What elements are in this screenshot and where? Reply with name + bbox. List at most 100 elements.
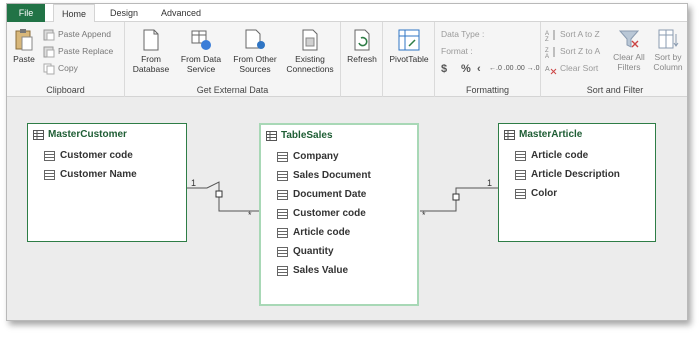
refresh-group: Refresh <box>341 22 383 97</box>
from-other-sources-button[interactable]: From Other Sources <box>229 28 281 74</box>
copy-label: Copy <box>58 63 78 73</box>
field-name: Document Date <box>293 189 367 200</box>
paste-replace-button[interactable]: Paste Replace <box>43 44 113 58</box>
field-row[interactable]: Customer code <box>261 204 417 223</box>
ribbon: Paste Paste Append Paste Replace Copy Cl… <box>7 22 687 97</box>
from-database-label-1: From <box>141 54 161 64</box>
comma-button[interactable]: ‹ <box>477 62 481 76</box>
clear-sort-label: Clear Sort <box>560 63 599 73</box>
pivottable-button[interactable]: PivotTable <box>385 28 433 64</box>
field-row[interactable]: Article code <box>499 146 655 165</box>
svg-text:Z: Z <box>545 37 549 41</box>
table-title-text: MasterArticle <box>519 129 583 140</box>
copy-icon <box>43 63 55 75</box>
refresh-icon <box>354 29 370 51</box>
column-icon <box>515 151 526 161</box>
existing-connections-button[interactable]: Existing Connections <box>281 28 339 74</box>
paste-button[interactable]: Paste <box>9 28 39 64</box>
field-name: Customer Name <box>60 169 137 180</box>
from-other-label-2: Sources <box>239 64 271 74</box>
field-row[interactable]: Customer code <box>28 146 186 165</box>
field-row[interactable]: Sales Value <box>261 261 417 280</box>
table-mastercustomer[interactable]: MasterCustomer Customer code Customer Na… <box>27 123 187 242</box>
sort-filter-group: A Z Sort A to Z Z A Sort Z to A A Clear Sort … <box>541 22 687 97</box>
tab-advanced[interactable]: Advanced <box>154 4 208 22</box>
from-data-service-label-2: Service <box>186 64 216 74</box>
sort-by-label-1: Sort by <box>654 52 682 62</box>
pivottable-label: PivotTable <box>389 54 429 64</box>
table-tablesales[interactable]: TableSales Company Sales Document Docume… <box>259 123 419 306</box>
copy-button[interactable]: Copy <box>43 61 78 75</box>
tab-home[interactable]: Home <box>53 4 95 23</box>
paste-label: Paste <box>13 54 35 64</box>
sort-filter-group-label: Sort and Filter <box>586 85 644 95</box>
field-row[interactable]: Document Date <box>261 185 417 204</box>
field-row[interactable]: Quantity <box>261 242 417 261</box>
database-icon <box>143 29 159 51</box>
sort-by-label-2: Column <box>653 62 683 72</box>
table-icon <box>33 130 44 140</box>
tab-file[interactable]: File <box>7 4 45 22</box>
clear-sort-icon: A <box>545 66 557 75</box>
paste-append-button[interactable]: Paste Append <box>43 27 111 41</box>
clear-filters-label-2: Filters <box>617 62 641 72</box>
sort-by-column-button[interactable]: Sort by Column <box>649 28 687 72</box>
refresh-button[interactable]: Refresh <box>343 28 381 64</box>
field-name: Article code <box>531 150 589 161</box>
column-icon <box>277 228 288 238</box>
column-icon <box>44 170 55 180</box>
decrease-decimal-button[interactable]: .00 →.0 <box>515 62 540 76</box>
field-row[interactable]: Article code <box>261 223 417 242</box>
from-data-service-button[interactable]: From Data Service <box>177 28 225 74</box>
paste-append-icon <box>43 29 55 41</box>
column-icon <box>515 170 526 180</box>
percent-button[interactable]: % <box>461 62 471 76</box>
field-row[interactable]: Customer Name <box>28 165 186 184</box>
relationship-line-customer[interactable] <box>187 181 259 212</box>
table-title: MasterArticle <box>499 124 655 146</box>
clear-sort-button[interactable]: A Clear Sort <box>545 61 598 75</box>
table-masterarticle[interactable]: MasterArticle Article code Article Descr… <box>498 123 656 242</box>
sort-za-button[interactable]: Z A Sort Z to A <box>545 44 600 58</box>
existing-label-1: Existing <box>295 54 325 64</box>
relationship-marker-right[interactable] <box>452 193 460 201</box>
clear-filters-label-1: Clear All <box>613 52 645 62</box>
tab-design[interactable]: Design <box>102 4 146 22</box>
field-name: Article code <box>293 227 351 238</box>
existing-label-2: Connections <box>286 64 334 74</box>
from-database-button[interactable]: From Database <box>129 28 173 74</box>
increase-decimal-button[interactable]: ←.0 .00 <box>489 62 514 76</box>
format-label: Format : <box>441 46 473 56</box>
column-icon <box>277 152 288 162</box>
field-row[interactable]: Color <box>499 184 655 203</box>
sort-az-button[interactable]: A Z Sort A to Z <box>545 27 600 41</box>
column-icon <box>277 247 288 257</box>
paste-replace-icon <box>43 46 55 58</box>
svg-text:A: A <box>545 66 550 73</box>
relationship-marker-left[interactable] <box>215 190 223 198</box>
column-icon <box>44 151 55 161</box>
column-icon <box>277 171 288 181</box>
clear-all-filters-button[interactable]: Clear All Filters <box>611 28 647 72</box>
data-type-label: Data Type : <box>441 29 485 39</box>
field-row[interactable]: Article Description <box>499 165 655 184</box>
formatting-group: Data Type : Format : $ % ‹ ←.0 .00 .00 →… <box>435 22 541 97</box>
refresh-label: Refresh <box>347 54 377 64</box>
field-name: Color <box>531 188 558 199</box>
currency-button[interactable]: $ <box>441 62 447 76</box>
field-name: Customer code <box>293 208 366 219</box>
sort-az-icon: AZ <box>545 29 555 41</box>
rel-right-one: 1 <box>487 178 493 188</box>
field-row[interactable]: Company <box>261 147 417 166</box>
field-row[interactable]: Sales Document <box>261 166 417 185</box>
formatting-group-label: Formatting <box>465 85 509 95</box>
table-title-text: MasterCustomer <box>48 129 127 140</box>
diagram-canvas: 1 * 1 * MasterCustomer Customer code Cus… <box>7 98 687 320</box>
column-icon <box>515 189 526 199</box>
external-data-group-label: Get External Data <box>196 85 269 95</box>
powerpivot-window: File Home Design Advanced Paste Paste Ap… <box>6 3 688 321</box>
data-service-icon <box>191 30 211 50</box>
clipboard-group: Paste Paste Append Paste Replace Copy Cl… <box>7 22 125 97</box>
table-title: TableSales <box>261 125 417 147</box>
column-icon <box>277 209 288 219</box>
